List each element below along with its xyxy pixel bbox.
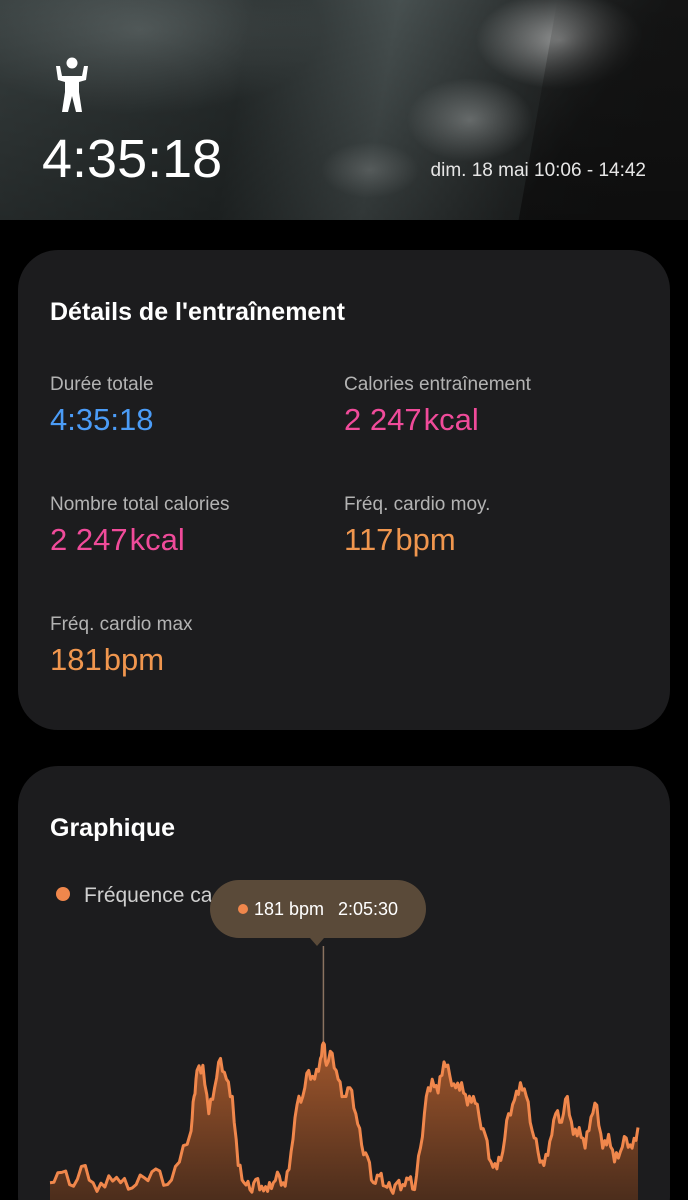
stat-number: 117: [344, 522, 394, 557]
heart-rate-chart[interactable]: [18, 766, 670, 1200]
stat-total-duration: Durée totale 4:35:18: [50, 374, 154, 438]
stat-number: 2 247: [50, 522, 128, 557]
stat-workout-calories: Calories entraînement 2 247kcal: [344, 374, 531, 438]
tooltip-pointer: [310, 938, 324, 946]
stat-unit: kcal: [423, 402, 479, 437]
stat-value: 2 247kcal: [50, 522, 230, 558]
stat-label: Fréq. cardio moy.: [344, 494, 491, 515]
stat-value: 117bpm: [344, 522, 490, 558]
stat-label: Calories entraînement: [344, 374, 531, 395]
stat-unit: kcal: [129, 522, 185, 557]
chart-tooltip: 181 bpm 2:05:30: [210, 880, 426, 938]
stat-number: 2 247: [344, 402, 422, 437]
workout-date-range: dim. 18 mai 10:06 - 14:42: [430, 160, 646, 181]
header-photo: 4:35:18 dim. 18 mai 10:06 - 14:42: [0, 0, 688, 220]
stat-value: 4:35:18: [50, 402, 154, 438]
stat-max-heart-rate: Fréq. cardio max 181bpm: [50, 614, 193, 678]
person-exercise-icon: [56, 57, 88, 112]
header-duration: 4:35:18: [42, 129, 223, 189]
stat-label: Nombre total calories: [50, 494, 230, 515]
workout-detail-screen: 4:35:18 dim. 18 mai 10:06 - 14:42 Détail…: [0, 0, 688, 1200]
stat-avg-heart-rate: Fréq. cardio moy. 117bpm: [344, 494, 490, 558]
stat-number: 181: [50, 642, 102, 677]
stat-label: Durée totale: [50, 374, 154, 395]
graph-card[interactable]: Graphique Fréquence ca 181 bpm 2:05:30: [18, 766, 670, 1200]
tooltip-time: 2:05:30: [338, 899, 399, 919]
stat-value: 2 247kcal: [344, 402, 531, 438]
stat-label: Fréq. cardio max: [50, 614, 193, 635]
stat-total-calories: Nombre total calories 2 247kcal: [50, 494, 230, 558]
stat-number: 4:35:18: [50, 402, 154, 437]
workout-details-card: Détails de l'entraînement Durée totale 4…: [18, 250, 670, 730]
details-title: Détails de l'entraînement: [50, 298, 345, 326]
stat-value: 181bpm: [50, 642, 193, 678]
tooltip-dot-icon: [237, 904, 248, 914]
stat-unit: bpm: [103, 642, 165, 677]
stat-unit: bpm: [395, 522, 456, 557]
tooltip-value: 181 bpm: [253, 899, 324, 919]
